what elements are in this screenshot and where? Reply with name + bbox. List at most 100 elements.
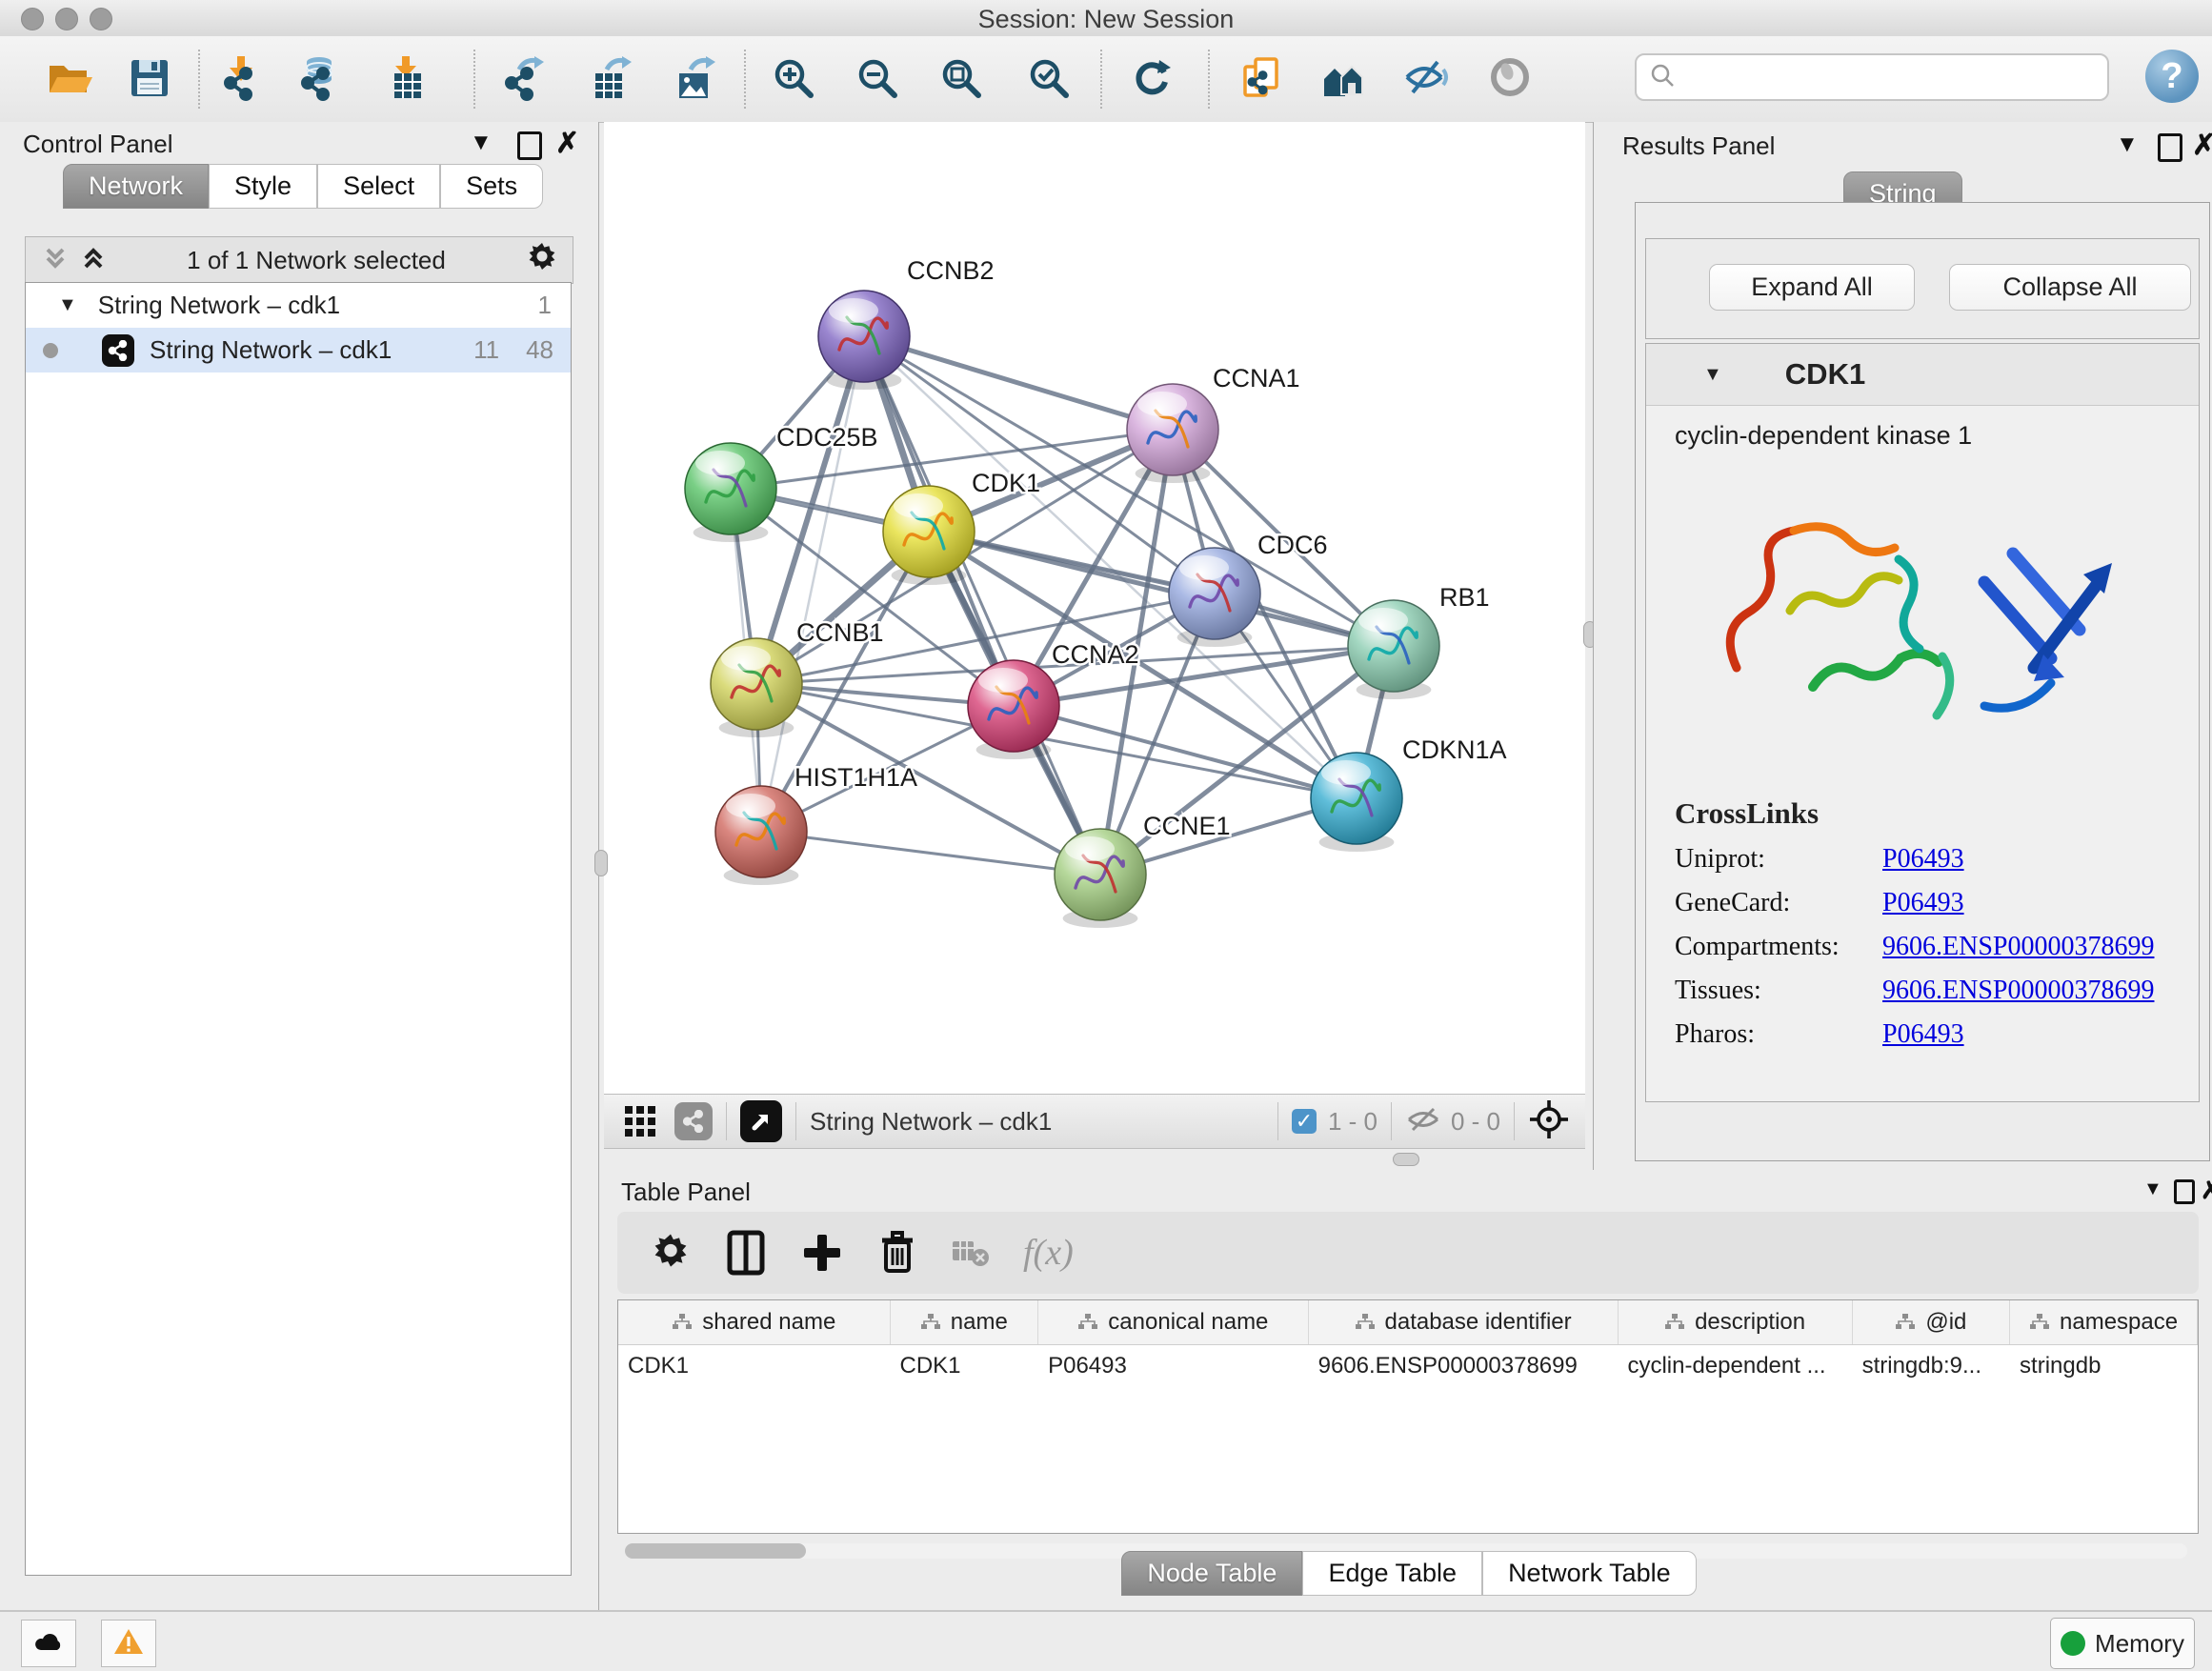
tab-network-table[interactable]: Network Table bbox=[1482, 1551, 1697, 1596]
results-float-icon[interactable] bbox=[2158, 133, 2182, 162]
export-image-icon[interactable] bbox=[666, 49, 727, 110]
refresh-icon[interactable] bbox=[1121, 49, 1182, 110]
save-session-icon[interactable] bbox=[119, 49, 180, 110]
fit-content-icon[interactable] bbox=[1528, 1098, 1570, 1145]
birdseye-view-icon[interactable] bbox=[740, 1100, 782, 1142]
delete-column-icon[interactable] bbox=[876, 1229, 918, 1277]
copy-network-icon[interactable] bbox=[1233, 49, 1294, 110]
crosslink-link[interactable]: P06493 bbox=[1882, 888, 1964, 918]
tab-node-table[interactable]: Node Table bbox=[1121, 1551, 1302, 1596]
network-edge[interactable] bbox=[1014, 706, 1357, 798]
import-table-icon[interactable] bbox=[381, 49, 442, 110]
collapse-all-button[interactable]: Collapse All bbox=[1949, 264, 2191, 311]
crosslink-row: Pharos:P06493 bbox=[1675, 1019, 2199, 1050]
table-float-icon[interactable] bbox=[2174, 1179, 2195, 1204]
network-canvas[interactable]: CCNB2CCNA1CDC25BCDK1CDC6RB1CCNB1CCNA2CDK… bbox=[604, 122, 1585, 1094]
gene-collapse-icon[interactable]: ▼ bbox=[1703, 364, 1722, 386]
tab-style[interactable]: Style bbox=[209, 164, 317, 209]
column-header-namespace[interactable]: namespace bbox=[2010, 1300, 2198, 1344]
tab-edge-table[interactable]: Edge Table bbox=[1302, 1551, 1482, 1596]
node-label-cdkn1a: CDKN1A bbox=[1402, 735, 1507, 764]
add-column-icon[interactable] bbox=[800, 1229, 844, 1277]
panel-close-icon[interactable]: ✗ bbox=[555, 130, 579, 158]
column-header-description[interactable]: description bbox=[1619, 1300, 1853, 1344]
results-button-box: Expand All Collapse All bbox=[1645, 238, 2200, 339]
hide-eye-icon[interactable] bbox=[1396, 49, 1457, 110]
bottom-splitter-handle[interactable] bbox=[1393, 1153, 1419, 1166]
column-header-@id[interactable]: @id bbox=[1853, 1300, 2010, 1344]
network-row-selected[interactable]: String Network – cdk1 11 48 bbox=[26, 328, 571, 372]
network-edge[interactable] bbox=[761, 336, 864, 832]
network-edge[interactable] bbox=[864, 336, 1100, 875]
crosslink-label: GeneCard: bbox=[1675, 888, 1882, 918]
current-network-dot-icon bbox=[43, 343, 58, 358]
table-close-icon[interactable]: ✗ bbox=[2201, 1178, 2212, 1202]
network-node-hist1h1a[interactable]: HIST1H1A bbox=[715, 763, 917, 885]
table-collapse-icon[interactable]: ▼ bbox=[2143, 1179, 2162, 1198]
gene-section-header[interactable]: ▼ CDK1 bbox=[1646, 344, 2199, 406]
column-header-canonical-name[interactable]: canonical name bbox=[1038, 1300, 1309, 1344]
crosslink-link[interactable]: P06493 bbox=[1882, 1019, 1964, 1050]
cloud-status-button[interactable] bbox=[21, 1620, 76, 1667]
results-close-icon[interactable]: ✗ bbox=[2192, 131, 2212, 160]
panel-collapse-icon[interactable]: ▼ bbox=[470, 131, 493, 154]
tab-network[interactable]: Network bbox=[63, 164, 209, 209]
network-collection-row[interactable]: ▼ String Network – cdk1 1 bbox=[26, 283, 571, 328]
network-node-ccna1[interactable]: CCNA1 bbox=[1127, 364, 1300, 483]
memory-button[interactable]: Memory bbox=[2050, 1618, 2195, 1669]
results-collapse-icon[interactable]: ▼ bbox=[2116, 133, 2139, 156]
network-edge[interactable] bbox=[761, 832, 1100, 875]
network-selection-bar: 1 of 1 Network selected bbox=[25, 236, 573, 284]
crosslink-link[interactable]: 9606.ENSP00000378699 bbox=[1882, 932, 2154, 962]
zoom-fit-icon[interactable] bbox=[932, 49, 993, 110]
warning-status-button[interactable] bbox=[101, 1620, 156, 1667]
table-cell: stringdb:9... bbox=[1853, 1345, 2010, 1387]
crosslink-link[interactable]: 9606.ENSP00000378699 bbox=[1882, 976, 2154, 1006]
network-edge[interactable] bbox=[864, 336, 1173, 430]
network-node-rb1[interactable]: RB1 bbox=[1348, 583, 1490, 699]
memory-status-dot-icon bbox=[2061, 1631, 2085, 1656]
help-icon[interactable]: ? bbox=[2145, 50, 2199, 103]
network-node-cdk1[interactable]: CDK1 bbox=[883, 469, 1040, 585]
search-input[interactable] bbox=[1677, 62, 2081, 93]
selection-status-text: 1 of 1 Network selected bbox=[108, 246, 525, 275]
table-row[interactable]: CDK1CDK1P064939606.ENSP00000378699cyclin… bbox=[618, 1345, 2198, 1387]
open-session-icon[interactable] bbox=[39, 49, 100, 110]
zoom-selected-icon[interactable] bbox=[1019, 49, 1080, 110]
warning-icon bbox=[112, 1627, 145, 1661]
string-home-icon[interactable] bbox=[1315, 49, 1376, 110]
string-app-icon bbox=[102, 334, 134, 367]
tab-select[interactable]: Select bbox=[317, 164, 440, 209]
network-node-cdc6[interactable]: CDC6 bbox=[1169, 531, 1328, 647]
collapse-all-chevrons-icon[interactable] bbox=[41, 244, 70, 277]
expand-all-chevrons-icon[interactable] bbox=[79, 244, 108, 277]
tree-expand-icon[interactable]: ▼ bbox=[58, 294, 77, 316]
table-gear-icon[interactable] bbox=[650, 1232, 692, 1274]
left-splitter-handle[interactable] bbox=[594, 850, 608, 876]
tab-sets[interactable]: Sets bbox=[440, 164, 543, 209]
export-network-icon[interactable] bbox=[494, 49, 555, 110]
import-network-icon[interactable] bbox=[213, 49, 274, 110]
network-node-cdkn1a[interactable]: CDKN1A bbox=[1311, 735, 1507, 852]
zoom-in-icon[interactable] bbox=[764, 49, 825, 110]
control-panel-title: Control Panel bbox=[23, 130, 173, 159]
column-header-shared-name[interactable]: shared name bbox=[618, 1300, 891, 1344]
spy-eye-icon[interactable] bbox=[1481, 49, 1542, 110]
grid-view-icon[interactable] bbox=[623, 1102, 657, 1141]
expand-all-button[interactable]: Expand All bbox=[1709, 264, 1915, 311]
zoom-out-icon[interactable] bbox=[848, 49, 909, 110]
column-header-database-identifier[interactable]: database identifier bbox=[1309, 1300, 1619, 1344]
share-view-icon[interactable] bbox=[674, 1102, 713, 1140]
search-icon bbox=[1648, 61, 1677, 94]
import-database-icon[interactable] bbox=[291, 49, 352, 110]
node-table[interactable]: shared namenamecanonical namedatabase id… bbox=[617, 1299, 2199, 1534]
table-cell: CDK1 bbox=[618, 1345, 890, 1387]
selected-checkbox-icon[interactable]: ✓ bbox=[1292, 1109, 1317, 1134]
crosslink-link[interactable]: P06493 bbox=[1882, 844, 1964, 875]
column-header-name[interactable]: name bbox=[891, 1300, 1039, 1344]
show-columns-icon[interactable] bbox=[724, 1229, 768, 1277]
gear-icon[interactable] bbox=[525, 241, 559, 280]
search-box[interactable] bbox=[1635, 53, 2109, 101]
export-table-icon[interactable] bbox=[582, 49, 643, 110]
panel-float-icon[interactable] bbox=[517, 131, 542, 160]
